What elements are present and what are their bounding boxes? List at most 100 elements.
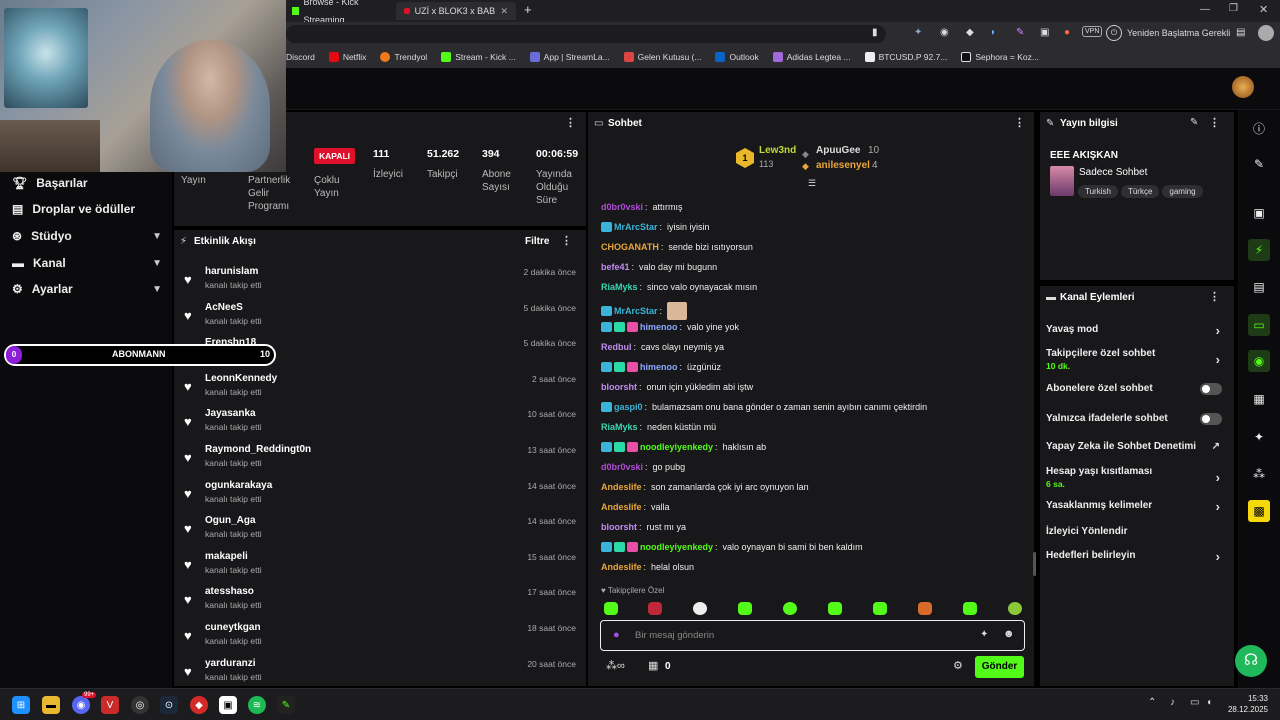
sidebar-item-channel[interactable]: ▬ Kanal ▼: [12, 256, 162, 270]
channel-action-item[interactable]: Hedefleri belirleyin ›: [1046, 549, 1228, 564]
chat-message[interactable]: bloorsht: rust mı ya: [601, 522, 686, 532]
profile-avatar[interactable]: [1258, 25, 1274, 41]
chat-message[interactable]: RiaMyks: neden küstün mü: [601, 422, 716, 432]
clapper-icon[interactable]: ▩: [1248, 500, 1270, 522]
follower-name[interactable]: yarduranzi: [205, 658, 256, 669]
extension-icon[interactable]: ◆: [966, 27, 974, 38]
bookmark-outlook[interactable]: Outlook: [715, 52, 759, 62]
chat-username[interactable]: RiaMyks: [601, 282, 638, 292]
chat-username[interactable]: Andeslife: [601, 562, 642, 572]
chat-username[interactable]: Andeslife: [601, 482, 642, 492]
emote-icon[interactable]: [828, 602, 842, 615]
chat-message[interactable]: noodleyiyenkedy: haklısın ab: [601, 442, 766, 452]
bookmark-discord[interactable]: Discord: [286, 52, 315, 62]
power-icon[interactable]: ⏻: [1106, 25, 1122, 41]
bookmark-gmail[interactable]: Gelen Kutusu (...: [623, 52, 701, 62]
extension-icon[interactable]: ◉: [940, 27, 949, 38]
chat-scrollbar[interactable]: [1033, 552, 1036, 576]
steam-icon[interactable]: ⊙: [160, 696, 178, 714]
follower-name[interactable]: Ogun_Aga: [205, 515, 256, 526]
chat-username[interactable]: himenoo: [640, 322, 678, 332]
activity-row[interactable]: ♥ harunislam kanalı takip etti 2 dakika önc…: [184, 266, 576, 301]
leader-1-name[interactable]: Lew3nd: [759, 145, 796, 156]
pencil-icon[interactable]: ✎: [1248, 153, 1270, 175]
chat-message[interactable]: befe41: valo day mi bugunn: [601, 262, 717, 272]
channel-action-item[interactable]: Takipçilere özel sohbet 10 dk. ›: [1046, 348, 1228, 371]
chat-message[interactable]: d0br0vski: attırmış: [601, 202, 683, 212]
chat-input-placeholder[interactable]: Bir mesaj gönderin: [635, 630, 714, 641]
bookmark-sephora[interactable]: Sephora = Koz...: [961, 52, 1039, 62]
extension-icon[interactable]: ▣: [1040, 27, 1049, 38]
channel-action-item[interactable]: Yalnızca ifadelerle sohbet: [1046, 413, 1228, 425]
broadcast-icon[interactable]: ◉: [1248, 350, 1270, 372]
follower-name[interactable]: atesshaso: [205, 586, 254, 597]
epic-icon[interactable]: ▣: [219, 696, 237, 714]
follower-name[interactable]: AcNeeS: [205, 302, 243, 313]
document-icon[interactable]: ▤: [1248, 276, 1270, 298]
emote-icon[interactable]: [648, 602, 662, 615]
chat-message[interactable]: noodleyiyenkedy: valo oynayan bi sami bi …: [601, 542, 863, 552]
chat-message[interactable]: d0br0vski: go pubg: [601, 462, 685, 472]
emote-icon[interactable]: [604, 602, 618, 615]
chat-input-box[interactable]: ● Bir mesaj gönderin ✦ ☻: [600, 620, 1025, 651]
maximize-icon[interactable]: ❐: [1229, 3, 1238, 14]
channel-action-item[interactable]: Hesap yaşı kısıtlaması 6 sa. ›: [1046, 466, 1228, 489]
chat-message[interactable]: Andeslife: helal olsun: [601, 562, 694, 572]
flash-icon[interactable]: ⚡︎: [1248, 239, 1270, 261]
chat-username[interactable]: himenoo: [640, 362, 678, 372]
channel-action-item[interactable]: Yasaklanmış kelimeler ›: [1046, 499, 1228, 514]
activity-row[interactable]: ♥ Ogun_Aga kanalı takip etti 14 saat önce: [184, 515, 576, 550]
more-options-icon[interactable]: ⋮: [1209, 290, 1220, 303]
chat-username[interactable]: Andeslife: [601, 502, 642, 512]
chat-message[interactable]: Redbul: cavs olayı neymiş ya: [601, 342, 724, 352]
chat-username[interactable]: d0br0vski: [601, 202, 643, 212]
apps-icon[interactable]: ⁂: [1248, 463, 1270, 485]
sidebar-item-drops[interactable]: ▤ Droplar ve ödüller: [12, 202, 162, 216]
vivaldi-icon[interactable]: V: [101, 696, 119, 714]
category-thumbnail[interactable]: [1050, 166, 1074, 196]
close-window-icon[interactable]: ✕: [1259, 3, 1268, 16]
extension-icon[interactable]: ✦: [914, 27, 922, 38]
channel-action-item[interactable]: İzleyici Yönlendir: [1046, 526, 1228, 537]
speaker-icon[interactable]: ◖: [1206, 697, 1212, 708]
printer-icon[interactable]: ▦: [1248, 388, 1270, 410]
leader-2-name[interactable]: ApuuGee: [816, 145, 860, 156]
sidebar-item-achievements[interactable]: 🏆︎ Başarılar: [12, 176, 162, 190]
follower-name[interactable]: ogunkarakaya: [205, 480, 272, 491]
address-field[interactable]: [286, 25, 886, 43]
chat-message[interactable]: Andeslife: son zamanlarda çok iyi arc oyn…: [601, 482, 809, 492]
restart-label[interactable]: Yeniden Başlatma Gerekli: [1127, 28, 1230, 38]
emote-icon[interactable]: [1008, 602, 1022, 615]
activity-row[interactable]: ♥ atesshaso kanalı takip etti 17 saat önce: [184, 586, 576, 621]
more-options-icon[interactable]: ⋮: [565, 116, 576, 129]
support-headset-icon[interactable]: ☊: [1235, 645, 1267, 677]
activity-row[interactable]: ♥ makapeli kanalı takip etti 15 saat önce: [184, 551, 576, 586]
display-icon[interactable]: ▭: [1190, 697, 1199, 708]
bookmark-icon[interactable]: ▮: [872, 27, 878, 38]
channel-action-item[interactable]: Yavaş mod ›: [1046, 323, 1228, 338]
extension-icon[interactable]: ✎: [1016, 27, 1024, 38]
microphone-icon[interactable]: ●: [613, 629, 620, 641]
chat-message[interactable]: MrArcStar:: [601, 302, 688, 320]
chat-username[interactable]: Redbul: [601, 342, 632, 352]
tag[interactable]: Türkçe: [1120, 185, 1160, 198]
bookmark-tradingview[interactable]: BTCUSD.P 92.7...: [864, 52, 947, 62]
bookmark-adidas[interactable]: Adidas Legtea ...: [772, 52, 851, 62]
channel-points-icon[interactable]: ⁂∞: [606, 659, 625, 672]
emoji-icon[interactable]: ☻: [1003, 628, 1015, 640]
emote-icon[interactable]: [873, 602, 887, 615]
emote-icon[interactable]: [918, 602, 932, 615]
sidebar-item-settings[interactable]: ⚙ Ayarlar ▼: [12, 282, 162, 296]
chat-username[interactable]: d0br0vski: [601, 462, 643, 472]
chat-username[interactable]: befe41: [601, 262, 630, 272]
close-tab-icon[interactable]: ✕: [500, 2, 508, 20]
follower-name[interactable]: Raymond_Reddingt0n: [205, 444, 311, 455]
activity-row[interactable]: ♥ cuneytkgan kanalı takip etti 18 saat önce: [184, 622, 576, 657]
bookmark-netflix[interactable]: Netflix: [328, 52, 366, 62]
translate-icon[interactable]: ✦: [980, 629, 988, 640]
screen-icon[interactable]: ▣: [1248, 202, 1270, 224]
chat-username[interactable]: bloorsht: [601, 382, 637, 392]
follower-name[interactable]: makapeli: [205, 551, 248, 562]
follower-name[interactable]: cuneytkgan: [205, 622, 261, 633]
riot-icon[interactable]: ◆: [190, 696, 208, 714]
